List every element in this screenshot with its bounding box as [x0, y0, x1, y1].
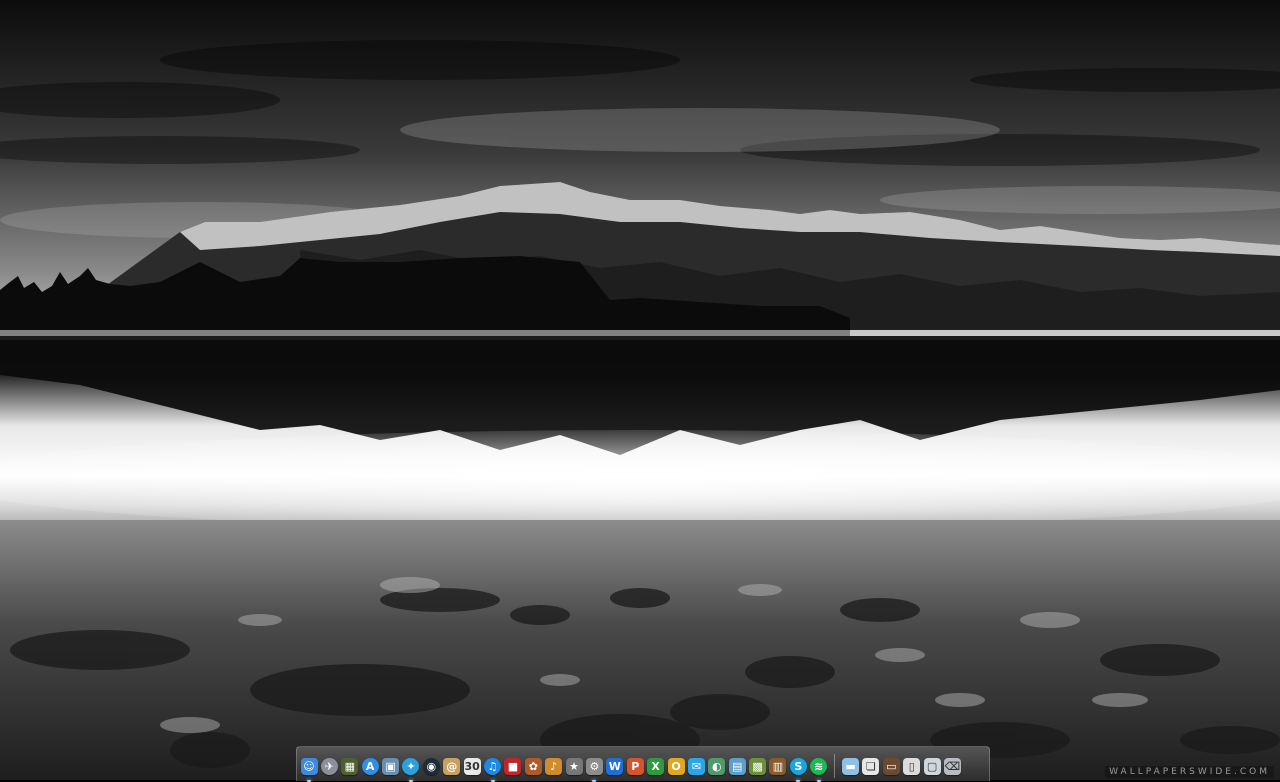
- dock-item-mission-control[interactable]: ▦: [341, 754, 359, 778]
- dock-item-trash[interactable]: ⌫: [944, 754, 962, 778]
- guitar-icon: ♪: [545, 757, 563, 775]
- safari-icon: ✦: [402, 757, 420, 775]
- dock-item-photo-booth[interactable]: ■: [504, 754, 522, 778]
- file-icon: ▯: [903, 757, 921, 775]
- document-icon: ❏: [862, 757, 880, 775]
- powerpoint-icon: P: [626, 757, 644, 775]
- dock-item-chest[interactable]: ▥: [769, 754, 787, 778]
- rocket-icon: ✈: [320, 757, 338, 775]
- dock-item-excel[interactable]: X: [647, 754, 665, 778]
- drawer-icon: ▭: [882, 757, 900, 775]
- dock-item-files[interactable]: ▯: [903, 754, 921, 778]
- minecraft-icon: ▩: [749, 757, 767, 775]
- dock-item-launchpad[interactable]: ✈: [320, 754, 338, 778]
- dock-item-safari[interactable]: ✦: [402, 754, 420, 782]
- dock-item-preview[interactable]: ▣: [382, 754, 400, 778]
- photo-booth-icon: ■: [504, 757, 522, 775]
- dashboard-icon: ◉: [422, 757, 440, 775]
- finder-icon: ☺: [300, 757, 318, 775]
- dock-item-word[interactable]: W: [606, 754, 624, 778]
- photo-icon: ▤: [728, 757, 746, 775]
- dock-item-minecraft[interactable]: ▩: [749, 754, 767, 778]
- dock-item-dashboard[interactable]: ◉: [422, 754, 440, 778]
- itunes-icon: ♫: [484, 757, 502, 775]
- gear-icon: ⚙: [585, 757, 603, 775]
- calendar-icon: 30: [463, 757, 481, 775]
- dock-item-screenshots[interactable]: ▢: [923, 754, 941, 778]
- mission-control-icon: ▦: [341, 757, 359, 775]
- dock-item-downloads[interactable]: ▭: [882, 754, 900, 778]
- dock-item-calendar[interactable]: 30: [463, 754, 481, 778]
- dock-item-outlook[interactable]: O: [667, 754, 685, 778]
- dock: ☺ ✈ ▦ A ▣ ✦ ◉ @30 ♫ ■ ✿ ♪ ★ ⚙ W P X O ✉ ◐ ▤ ▩ ▥ S ≋ ▬ ❏ ▭ ▯ ▢ ⌫: [300, 748, 962, 782]
- desktop-wallpaper: [0, 0, 1280, 780]
- contacts-icon: @: [443, 757, 461, 775]
- dock-separator: [834, 754, 836, 778]
- dock-item-finder[interactable]: ☺: [300, 754, 318, 782]
- chest-icon: ▥: [769, 757, 787, 775]
- wallpaper-watermark: WALLPAPERSWIDE.COM: [1105, 766, 1274, 778]
- dock-item-documents[interactable]: ❏: [862, 754, 880, 778]
- dock-item-spotify[interactable]: ≋: [810, 754, 828, 782]
- spotify-icon: ≋: [810, 757, 828, 775]
- dock-item-messages[interactable]: ✉: [687, 754, 705, 778]
- dock-item-maps[interactable]: ◐: [708, 754, 726, 778]
- globe-icon: ◐: [708, 757, 726, 775]
- app-store-icon: A: [361, 757, 379, 775]
- dock-item-itunes[interactable]: ♫: [484, 754, 502, 782]
- messages-icon: ✉: [687, 757, 705, 775]
- dock-item-powerpoint[interactable]: P: [626, 754, 644, 778]
- excel-icon: X: [647, 757, 665, 775]
- dock-item-app-store[interactable]: A: [361, 754, 379, 778]
- dock-item-applications-folder[interactable]: ▬: [842, 754, 860, 778]
- folder-icon: ▬: [842, 757, 860, 775]
- dock-item-preview-2[interactable]: ▤: [728, 754, 746, 778]
- preview-icon: ▣: [382, 757, 400, 775]
- dock-item-photos[interactable]: ✿: [524, 754, 542, 778]
- star-icon: ★: [565, 757, 583, 775]
- dock-item-contacts[interactable]: @: [443, 754, 461, 778]
- outlook-icon: O: [667, 757, 685, 775]
- dock-item-system-preferences[interactable]: ⚙: [585, 754, 603, 782]
- dock-item-skype[interactable]: S: [789, 754, 807, 782]
- dock-item-garageband[interactable]: ♪: [545, 754, 563, 778]
- dock-item-utility[interactable]: ★: [565, 754, 583, 778]
- screenshot-icon: ▢: [923, 757, 941, 775]
- photos-icon: ✿: [524, 757, 542, 775]
- word-icon: W: [606, 757, 624, 775]
- trash-icon: ⌫: [944, 757, 961, 775]
- skype-icon: S: [789, 757, 807, 775]
